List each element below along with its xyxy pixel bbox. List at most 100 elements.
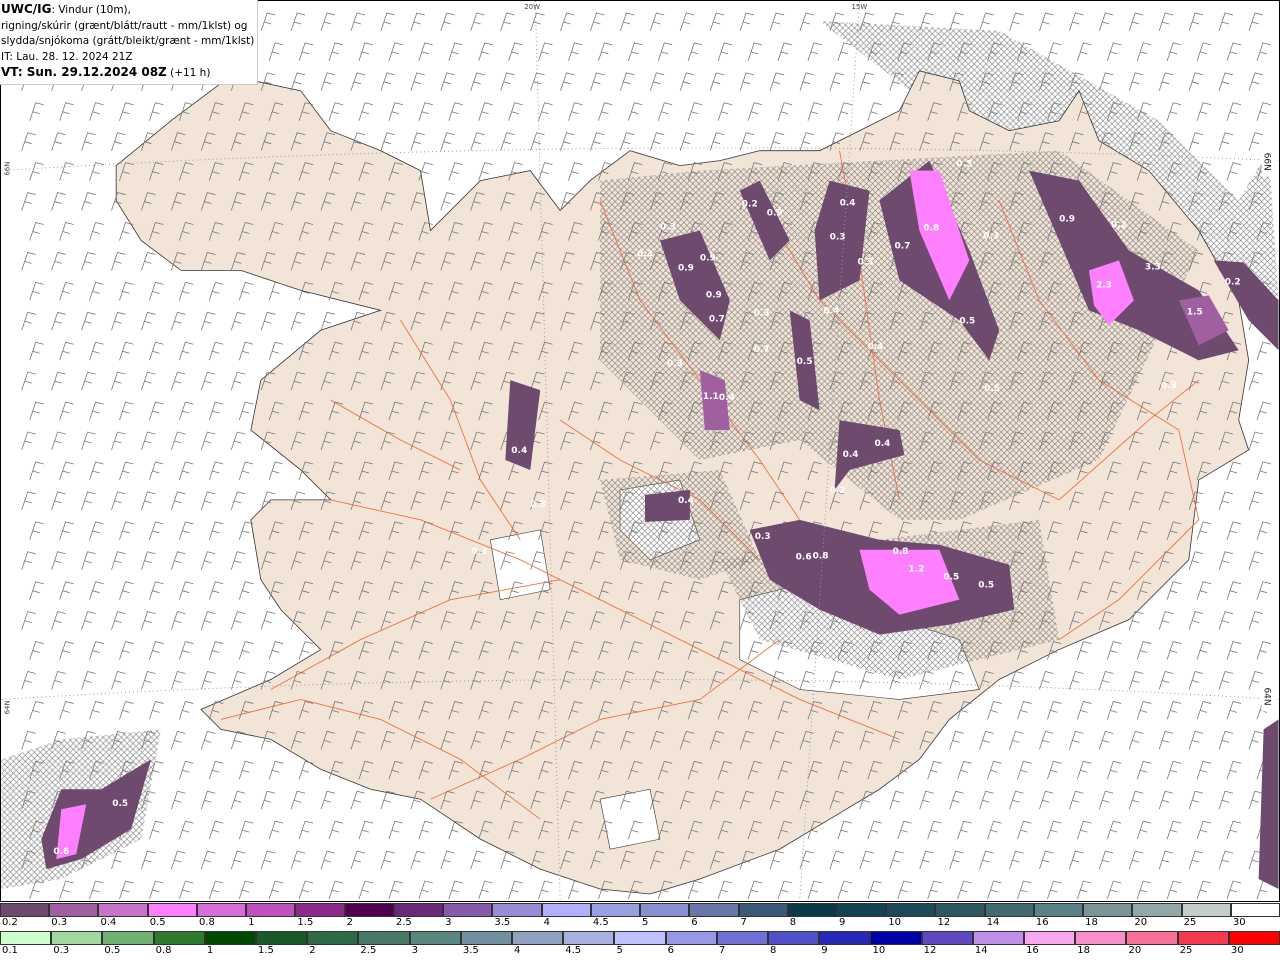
title-line: : Vindur (10m), xyxy=(51,4,131,16)
legend-label: 2 xyxy=(309,945,316,956)
precip-value-label: 0.7 xyxy=(894,241,910,251)
rain-legend xyxy=(0,931,1280,945)
legend-swatch xyxy=(512,931,564,945)
precip-value-label: 0.9 xyxy=(767,209,783,219)
title-line: slydda/snjókoma (grátt/bleikt/grænt - mm… xyxy=(1,35,255,47)
precip-value-label: 0.3 xyxy=(471,547,487,557)
precip-value-label: 0.8 xyxy=(813,552,829,562)
legend-swatch xyxy=(886,903,936,917)
lat-label: 66N xyxy=(3,162,11,176)
legend-label: 3.5 xyxy=(494,917,511,928)
precip-value-label: 0.5 xyxy=(112,799,128,809)
legend-label: 10 xyxy=(872,945,886,956)
legend-swatch xyxy=(492,903,542,917)
legend-swatch xyxy=(196,903,247,917)
precip-value-label: 0.3 xyxy=(956,160,972,170)
precip-value-label: 0.3 xyxy=(858,257,874,267)
legend-label: 1 xyxy=(206,945,214,956)
legend-swatch xyxy=(1024,931,1076,945)
precip-value-label: 0.3 xyxy=(983,231,999,241)
legend-label: 2.5 xyxy=(395,917,412,928)
legend-label: 30 xyxy=(1232,917,1246,928)
legend-label: 1.5 xyxy=(258,945,274,956)
legend-swatch xyxy=(1228,931,1280,945)
legend-swatch xyxy=(409,931,461,945)
precip-value-label: 0.3 xyxy=(1161,381,1177,391)
weather-map[interactable]: 0.3 0.4 0.9 0.2 0.9 0.2 0.3 0.3 0.7 0.8 0.3 0.3 0.9 0… xyxy=(0,0,1280,902)
precip-value-label: 3.3 xyxy=(1145,262,1161,272)
legend-label: 0.5 xyxy=(104,945,121,956)
legend-swatch xyxy=(1033,903,1084,917)
legend-swatch xyxy=(49,903,99,917)
precip-value-label: 0.8 xyxy=(892,547,908,557)
legend-label: 8 xyxy=(770,945,777,956)
precip-value-label: 0.4 xyxy=(511,446,527,456)
legend-swatch xyxy=(0,931,52,945)
legend-label: 14 xyxy=(986,917,1000,928)
lon-label: 20W xyxy=(524,3,540,11)
lon-label: 15W xyxy=(852,3,868,11)
legend-swatch xyxy=(295,903,345,917)
precip-value-label: 0.3 xyxy=(637,249,653,259)
legend-label: 18 xyxy=(1085,917,1098,928)
legend-label: 16 xyxy=(1035,917,1049,928)
legend-label: 25 xyxy=(1179,945,1193,956)
precip-value-label: 0.3 xyxy=(667,359,683,369)
legend-label: 2.5 xyxy=(360,945,377,956)
lat-label: 66N xyxy=(1262,153,1272,171)
legend-label: 0.4 xyxy=(100,917,117,928)
legend-label: 1 xyxy=(248,917,255,928)
lat-label: 64N xyxy=(3,700,11,714)
precip-value-label: 0.5 xyxy=(984,384,1000,394)
legend-swatch xyxy=(443,903,493,917)
legend-swatch xyxy=(689,903,739,917)
precip-value-label: 0.3 xyxy=(660,222,676,232)
snow-legend-labels: 0.2 0.3 0.4 0.5 0.8 1 1.5 2 2.5 3 3.5 4 4.5 5 6 7 8 9 10 12… xyxy=(0,917,1280,928)
legend-label: 6 xyxy=(667,945,675,956)
legend-swatch xyxy=(344,903,394,917)
precip-value-label: 0.4 xyxy=(868,342,884,352)
precip-value-label: 0.6 xyxy=(796,553,812,563)
legend-label: 7 xyxy=(740,917,747,928)
legend-swatch xyxy=(153,931,205,945)
legend-swatch xyxy=(204,931,257,945)
legend-swatch xyxy=(819,931,871,945)
precip-value-label: 0.4 xyxy=(824,306,840,316)
precip-value-label: 0.9 xyxy=(706,290,722,300)
legend-swatch xyxy=(147,903,197,917)
legend-label: 0.2 xyxy=(2,917,18,928)
legend-swatch xyxy=(246,903,296,917)
valid-time: VT: Sun. 29.12.2024 08Z xyxy=(1,65,167,79)
legend-label: 3 xyxy=(445,917,452,928)
legend-swatch xyxy=(102,931,154,945)
precip-value-label: 0.9 xyxy=(1059,215,1075,225)
legend-swatch xyxy=(921,931,973,945)
precip-value-label: 1.1 xyxy=(703,392,719,402)
legend-label: 3 xyxy=(411,945,418,956)
precip-value-label: 0.5 xyxy=(978,581,994,591)
legend-label: 0.8 xyxy=(155,945,172,956)
precip-value-label: 0.2 xyxy=(830,486,846,496)
legend-swatch xyxy=(98,903,148,917)
legend-label: 7 xyxy=(718,945,726,956)
precip-value-label: 0.3 xyxy=(754,308,770,318)
precip-value-label: 0.4 xyxy=(719,393,735,403)
legend-label: 12 xyxy=(937,917,951,928)
precip-value-label: 0.4 xyxy=(840,199,856,209)
legend-swatch xyxy=(563,931,615,945)
legend-label: 10 xyxy=(888,917,901,928)
precip-value-label: 0.2 xyxy=(1225,277,1241,287)
legend-swatch xyxy=(836,903,887,917)
precip-value-label: 0.7 xyxy=(754,345,770,355)
precip-value-label: 0.6 xyxy=(53,847,69,857)
precip-value-label: 0.5 xyxy=(943,573,959,583)
precip-value-label: 0.3 xyxy=(530,500,546,510)
legend-label: 25 xyxy=(1183,917,1197,928)
legend-swatch xyxy=(738,903,788,917)
legend-swatch xyxy=(1230,903,1280,917)
precip-value-label: 1.5 xyxy=(1187,307,1203,317)
legend-label: 4.5 xyxy=(592,917,609,928)
precip-value-label: 0.4 xyxy=(678,496,694,506)
map-info-panel: UWC/IG: Vindur (10m), rigning/skúrir (gr… xyxy=(0,0,259,85)
legend-label: 12 xyxy=(923,945,937,956)
